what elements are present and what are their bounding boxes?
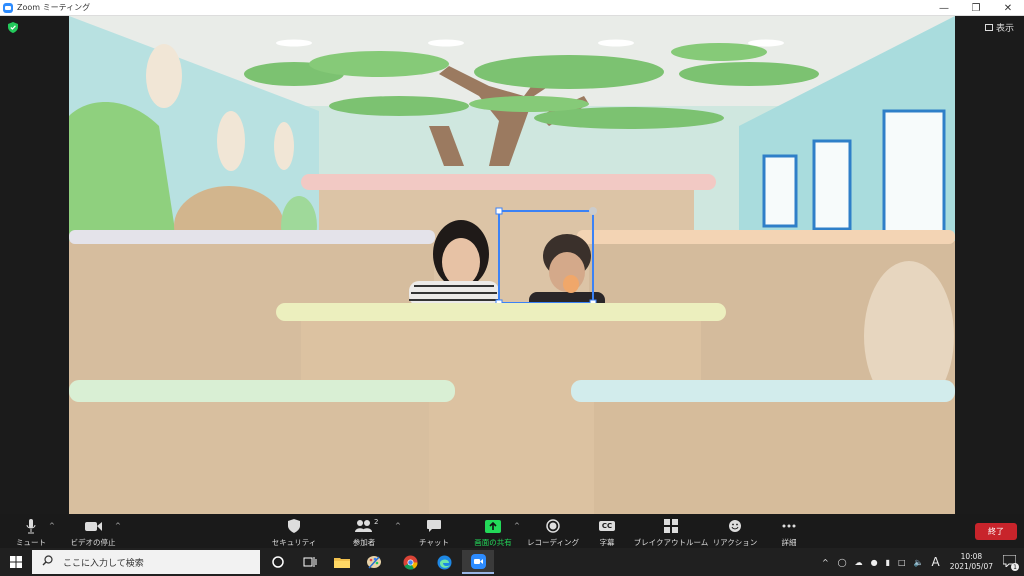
title-bar: Zoom ミーティング — ❐ ✕ [0,0,1024,16]
task-view-icon [303,557,317,567]
chrome-icon [403,555,418,570]
breakout-rooms-icon [664,519,678,533]
tray-overflow-chevron-up-icon[interactable]: ^ [822,558,829,567]
taskbar-search-box[interactable]: ここに入力して検索 [32,550,260,574]
breakout-rooms-button[interactable]: ブレイクアウトルーム [634,514,708,548]
search-placeholder: ここに入力して検索 [63,558,144,569]
onedrive-cloud-icon[interactable]: ☁ [855,558,863,567]
taskbar-edge[interactable] [428,550,460,574]
notification-center-icon[interactable]: 1 [1002,554,1019,571]
restore-button[interactable]: ❐ [960,0,992,16]
record-icon [546,519,560,533]
grid-view-icon [984,24,993,31]
taskbar-clock[interactable]: 10:08 2021/05/07 [950,552,993,572]
participants-count: 2 [374,518,379,526]
task-view-button[interactable] [294,550,326,574]
battery-icon[interactable]: ▮ [886,558,890,567]
taskbar-paint[interactable] [358,550,390,574]
taskbar-zoom[interactable] [462,550,494,574]
virtual-background-video [69,16,955,514]
chat-button[interactable]: チャット [417,514,451,548]
share-screen-button[interactable]: 画面の共有 [470,514,516,548]
windows-taskbar: ここに入力して検索 ^ ◯ ☁ ● ▮ □ 🔈 A 10:08 2021/05/… [0,548,1024,576]
window-controls: — ❐ ✕ [928,0,1024,16]
cortana-circle-icon [272,556,284,568]
paint-palette-icon [367,556,381,569]
meeting-area: 表示 [0,16,1024,514]
chat-icon [427,520,441,532]
network-icon[interactable]: □ [898,558,906,567]
window-title: Zoom ミーティング [17,3,91,12]
recording-button[interactable]: レコーディング [527,514,579,548]
view-button[interactable]: 表示 [984,21,1014,34]
microphone-tray-icon[interactable]: ● [871,558,878,567]
reactions-button[interactable]: リアクション [713,514,757,548]
subtitles-button[interactable]: CC 字幕 [592,514,622,548]
taskbar-file-explorer[interactable] [326,550,358,574]
cortana-button[interactable] [262,550,294,574]
system-tray: ^ ◯ ☁ ● ▮ □ 🔈 A 10:08 2021/05/07 1 [817,548,1024,576]
zoom-app-icon [470,553,486,569]
start-button[interactable] [0,550,32,574]
stop-video-button[interactable]: ビデオの停止 [68,514,118,548]
volume-icon[interactable]: 🔈 [914,558,924,567]
search-icon [42,555,53,569]
smiley-icon [729,520,741,532]
shield-icon [288,519,300,533]
video-options-chevron-up-icon[interactable]: ^ [115,522,121,530]
edge-icon [437,555,451,569]
closed-caption-icon: CC [598,521,616,531]
zoom-window: Zoom ミーティング — ❐ ✕ 表示 ミュート ^ ビデオの停止 ^ セキュ… [0,0,1024,576]
security-button[interactable]: セキュリティ [272,514,316,548]
more-button[interactable]: 詳細 [774,514,804,548]
clock-time: 10:08 [960,552,983,561]
view-label: 表示 [995,24,1014,34]
participants-icon [355,520,372,532]
zoom-logo-icon [3,2,13,13]
mute-options-chevron-up-icon[interactable]: ^ [49,522,55,530]
clock-date: 2021/05/07 [949,562,993,571]
video-camera-icon [84,521,102,531]
meeting-toolbar: ミュート ^ ビデオの停止 ^ セキュリティ 参加者 2 ^ チャット 画面の共… [0,514,1024,548]
taskbar-chrome[interactable] [394,550,426,574]
more-dots-icon [782,524,796,528]
security-shield-icon[interactable] [8,22,18,33]
ime-indicator[interactable]: A [932,555,940,569]
end-meeting-button[interactable]: 終了 [975,523,1017,540]
mute-button[interactable]: ミュート [14,514,48,548]
windows-logo-icon [10,556,22,568]
notification-count: 1 [1011,563,1019,571]
close-button[interactable]: ✕ [992,0,1024,16]
share-options-chevron-up-icon[interactable]: ^ [514,522,520,530]
folder-icon [334,558,350,568]
participants-options-chevron-up-icon[interactable]: ^ [395,522,401,530]
minimize-button[interactable]: — [928,0,960,16]
meet-now-icon[interactable]: ◯ [838,558,847,567]
share-screen-icon [485,519,501,533]
video-scene [69,16,955,514]
microphone-icon [26,518,36,533]
